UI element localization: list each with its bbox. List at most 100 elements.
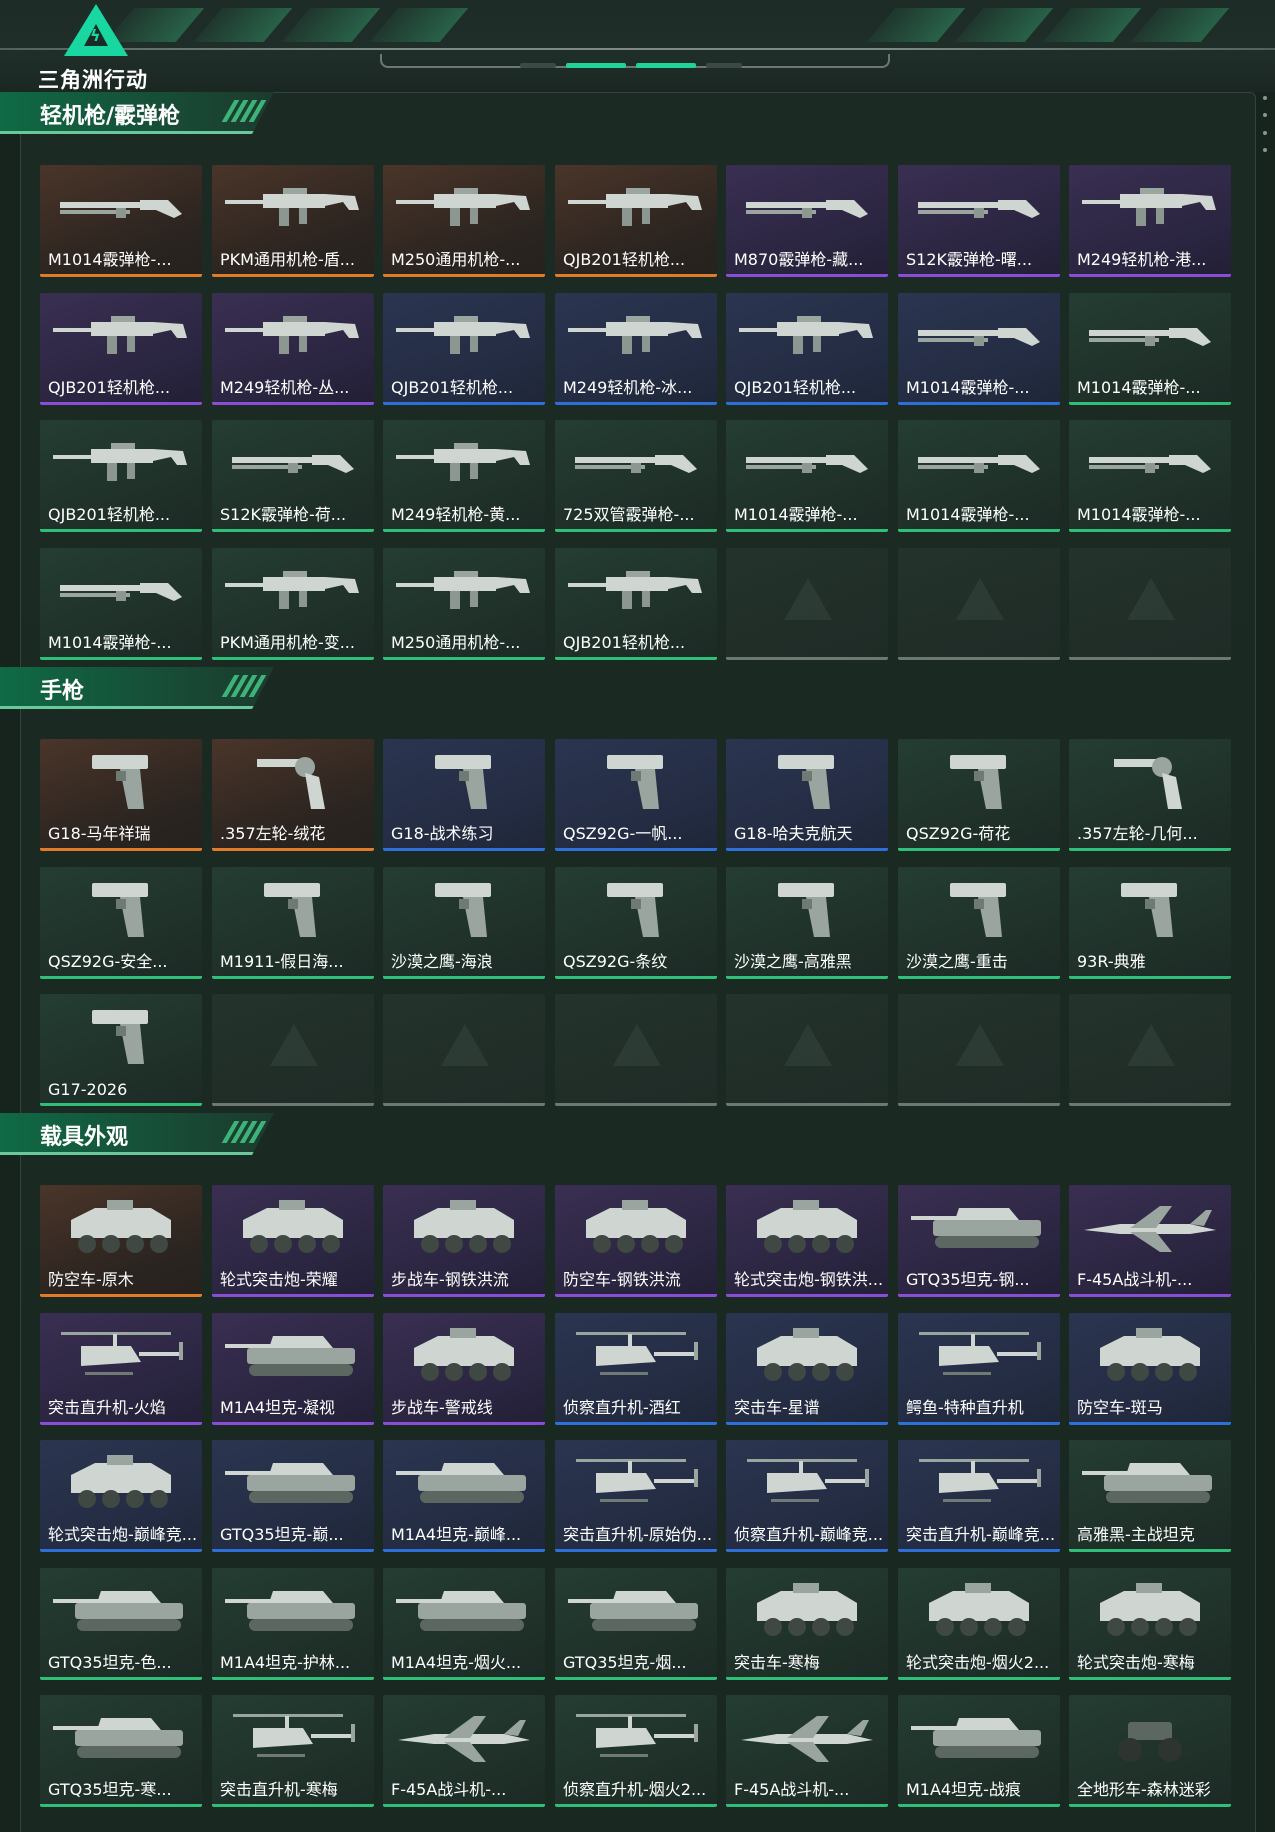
pistol-icon [393,749,535,815]
skin-item[interactable]: 轮式突击炮-寒梅 [1069,1568,1231,1680]
tank-icon [565,1578,707,1644]
skin-item[interactable]: QJB201轻机枪... [40,420,202,532]
skin-item[interactable]: QSZ92G-一帆... [555,739,717,851]
skin-item[interactable]: 防空车-钢铁洪流 [555,1185,717,1297]
skin-item[interactable]: M1014霰弹枪-... [1069,293,1231,405]
skin-name: 全地形车-森林迷彩 [1077,1780,1211,1799]
skin-item[interactable]: 侦察直升机-巅峰竞... [726,1440,888,1552]
skin-item[interactable]: 轮式突击炮-荣耀 [212,1185,374,1297]
skin-item[interactable]: QJB201轻机枪... [726,293,888,405]
skin-item[interactable]: G17-2026 [40,994,202,1106]
skin-item[interactable]: QJB201轻机枪... [555,165,717,277]
skin-name: F-45A战斗机-... [1077,1270,1193,1289]
pistol-icon [50,1004,192,1070]
tank-icon [222,1450,364,1516]
skin-item[interactable]: 防空车-斑马 [1069,1313,1231,1425]
more-menu-icon[interactable] [1263,96,1267,152]
skin-item[interactable]: 突击车-寒梅 [726,1568,888,1680]
skin-item[interactable]: QSZ92G-条纹 [555,867,717,979]
skin-item[interactable]: QJB201轻机枪... [40,293,202,405]
skin-item[interactable]: G18-马年祥瑞 [40,739,202,851]
skin-item[interactable]: 沙漠之鹰-海浪 [383,867,545,979]
empty-slot [1069,548,1231,660]
skin-item[interactable]: .357左轮-几何... [1069,739,1231,851]
skin-item[interactable]: M1A4坦克-护林... [212,1568,374,1680]
empty-slot [898,994,1060,1106]
skin-item[interactable]: 侦察直升机-酒红 [555,1313,717,1425]
skin-item[interactable]: M1014霰弹枪-... [1069,420,1231,532]
skin-item[interactable]: M1A4坦克-巅峰... [383,1440,545,1552]
skin-item[interactable]: 沙漠之鹰-重击 [898,867,1060,979]
empty-slot [1069,994,1231,1106]
skin-item[interactable]: 高雅黑-主战坦克 [1069,1440,1231,1552]
skin-item[interactable]: M1014霰弹枪-... [726,420,888,532]
skin-item[interactable]: M870霰弹枪-藏... [726,165,888,277]
skin-item[interactable]: 侦察直升机-烟火2... [555,1695,717,1807]
skin-item[interactable]: 步战车-钢铁洪流 [383,1185,545,1297]
skin-item[interactable]: GTQ35坦克-色... [40,1568,202,1680]
skin-item[interactable]: M1014霰弹枪-... [898,293,1060,405]
skin-item[interactable]: 轮式突击炮-烟火2... [898,1568,1060,1680]
section-title: 载具外观 [40,1125,129,1150]
skin-item[interactable]: S12K霰弹枪-曙... [898,165,1060,277]
skin-item[interactable]: F-45A战斗机-... [383,1695,545,1807]
placeholder-icon [956,578,1004,620]
skin-item[interactable]: 突击直升机-寒梅 [212,1695,374,1807]
skin-item[interactable]: M1014霰弹枪-... [40,548,202,660]
skin-item[interactable]: GTQ35坦克-钢... [898,1185,1060,1297]
skin-item[interactable]: M250通用机枪-... [383,165,545,277]
skin-item[interactable]: 突击直升机-原始伪... [555,1440,717,1552]
skin-item[interactable]: 沙漠之鹰-高雅黑 [726,867,888,979]
skin-item[interactable]: F-45A战斗机-... [726,1695,888,1807]
skin-item[interactable]: .357左轮-绒花 [212,739,374,851]
skin-name: 高雅黑-主战坦克 [1077,1525,1195,1544]
skin-item[interactable]: QJB201轻机枪... [555,548,717,660]
skin-item[interactable]: 轮式突击炮-巅峰竞... [40,1440,202,1552]
skin-item[interactable]: 突击直升机-巅峰竞... [898,1440,1060,1552]
pistol-icon [908,749,1050,815]
empty-slot [726,994,888,1106]
skin-item[interactable]: PKM通用机枪-盾... [212,165,374,277]
skin-item[interactable]: 全地形车-森林迷彩 [1069,1695,1231,1807]
skin-item[interactable]: M1014霰弹枪-... [898,420,1060,532]
skin-item[interactable]: M250通用机枪-... [383,548,545,660]
machine-gun-icon [393,430,535,496]
skin-item[interactable]: M1014霰弹枪-... [40,165,202,277]
skin-item[interactable]: M1A4坦克-烟火... [383,1568,545,1680]
skin-item[interactable]: 轮式突击炮-钢铁洪... [726,1185,888,1297]
skin-item[interactable]: QSZ92G-安全... [40,867,202,979]
skin-item[interactable]: 突击车-星谱 [726,1313,888,1425]
skin-item[interactable]: M249轻机枪-港... [1069,165,1231,277]
placeholder-icon [1127,1024,1175,1066]
skin-name: QSZ92G-荷花 [906,824,1011,843]
skin-item[interactable]: QJB201轻机枪... [383,293,545,405]
shotgun-icon [50,558,192,624]
skin-item[interactable]: GTQ35坦克-寒... [40,1695,202,1807]
skin-item[interactable]: PKM通用机枪-变... [212,548,374,660]
game-logo: ϟ 三角洲行动 [38,4,158,92]
skin-item[interactable]: M249轻机枪-丛... [212,293,374,405]
skin-item[interactable]: M1A4坦克-战痕 [898,1695,1060,1807]
armored-vehicle-icon [50,1195,192,1261]
skin-item[interactable]: F-45A战斗机-... [1069,1185,1231,1297]
skin-item[interactable]: 突击直升机-火焰 [40,1313,202,1425]
skin-item[interactable]: G18-哈夫克航天 [726,739,888,851]
armored-vehicle-icon [1079,1578,1221,1644]
skin-item[interactable]: S12K霰弹枪-荷... [212,420,374,532]
skin-item[interactable]: 725双管霰弹枪-... [555,420,717,532]
skin-item[interactable]: GTQ35坦克-巅... [212,1440,374,1552]
skin-item[interactable]: 防空车-原木 [40,1185,202,1297]
empty-slot [898,548,1060,660]
skin-item[interactable]: M1911-假日海... [212,867,374,979]
skin-item[interactable]: M249轻机枪-黄... [383,420,545,532]
section-header: 载具外观 [0,1113,278,1157]
skin-item[interactable]: QSZ92G-荷花 [898,739,1060,851]
skin-item[interactable]: M1A4坦克-凝视 [212,1313,374,1425]
skin-item[interactable]: 鳄鱼-特种直升机 [898,1313,1060,1425]
skin-item[interactable]: GTQ35坦克-烟... [555,1568,717,1680]
skin-item[interactable]: G18-战术练习 [383,739,545,851]
jet-icon [1079,1195,1221,1261]
skin-item[interactable]: 93R-典雅 [1069,867,1231,979]
skin-item[interactable]: 步战车-警戒线 [383,1313,545,1425]
skin-item[interactable]: M249轻机枪-冰... [555,293,717,405]
